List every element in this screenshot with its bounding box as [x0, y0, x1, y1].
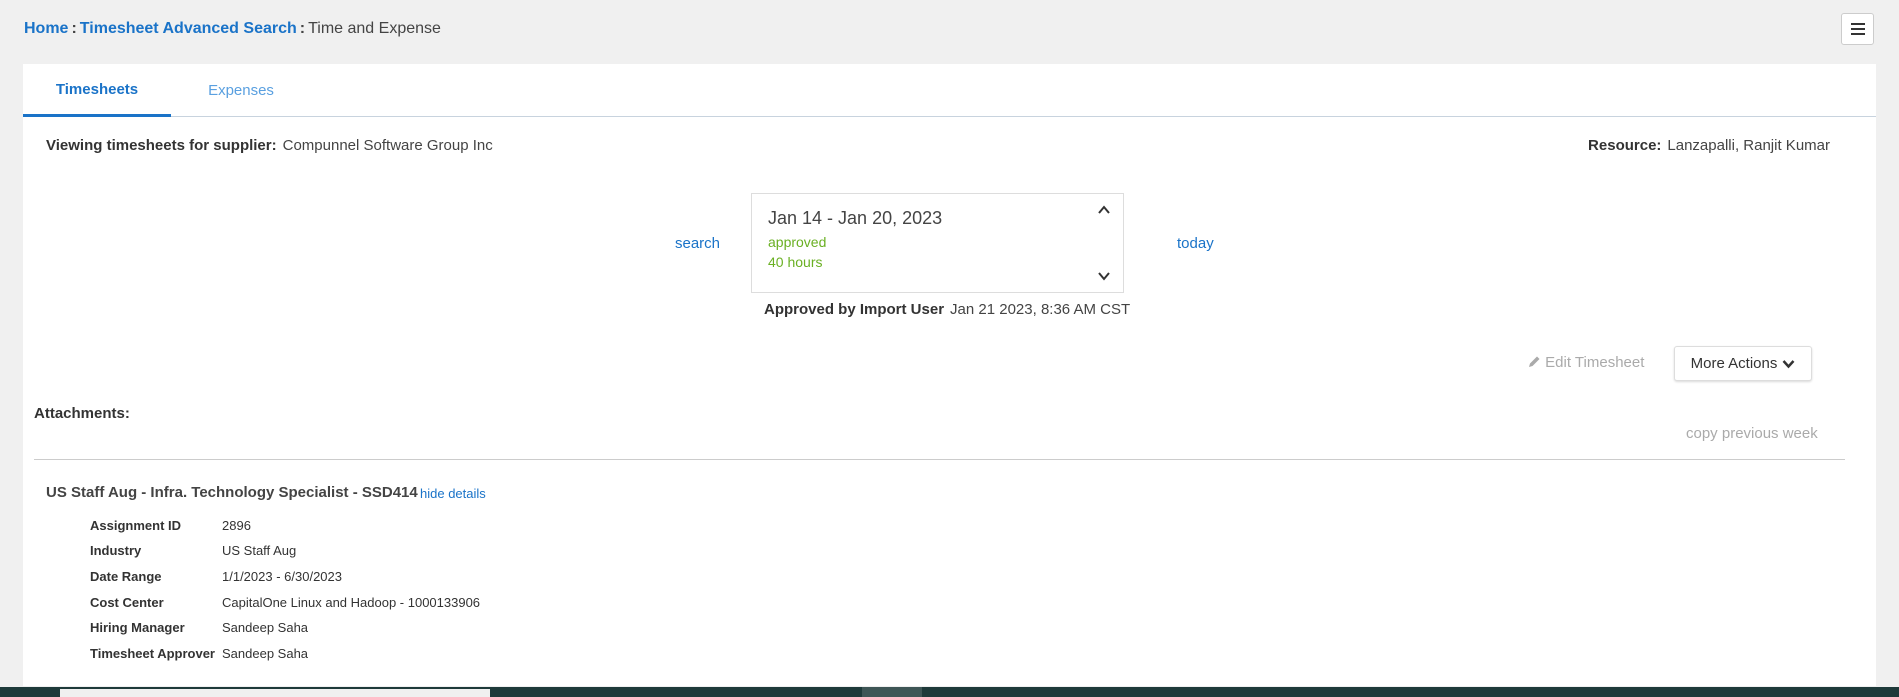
resource-label: Resource: [1588, 137, 1662, 154]
supplier-value: Compunnel Software Group Inc [282, 137, 493, 154]
menu-button[interactable] [1841, 13, 1874, 45]
more-actions-label: More Actions [1690, 355, 1778, 372]
resource-value: Lanzapalli, Ranjit Kumar [1667, 137, 1830, 154]
pencil-icon [1529, 356, 1540, 367]
breadcrumb-separator: : [71, 20, 77, 37]
chevron-up-icon[interactable] [1097, 203, 1111, 217]
detail-value: CapitalOne Linux and Hadoop - 1000133906 [222, 595, 481, 610]
top-bar: Home: Timesheet Advanced Search: Time and … [0, 0, 1899, 62]
breadcrumb: Home: Timesheet Advanced Search: Time and … [24, 20, 441, 38]
main-panel: Timesheets Expenses Viewing timesheets f… [23, 64, 1876, 686]
today-link[interactable]: today [1177, 235, 1214, 252]
edit-timesheet-label: Edit Timesheet [1545, 354, 1645, 371]
approval-label: Approved by Import User [764, 301, 945, 318]
resource-info: Resource: Lanzapalli, Ranjit Kumar [1588, 137, 1830, 154]
edit-timesheet-button[interactable]: Edit Timesheet [1527, 354, 1644, 371]
week-status: approved [768, 234, 827, 250]
assignment-title: US Staff Aug - Infra. Technology Special… [46, 484, 418, 501]
detail-label: Cost Center [90, 595, 164, 610]
search-link[interactable]: search [675, 235, 720, 252]
detail-value: US Staff Aug [222, 543, 297, 558]
breadcrumb-separator: : [299, 20, 306, 37]
breadcrumb-home-link[interactable]: Home [24, 20, 68, 37]
detail-label: Assignment ID [90, 518, 182, 533]
detail-label: Date Range [90, 569, 162, 584]
approval-info: Approved by Import User Jan 21 2023, 8:36… [764, 301, 1130, 318]
copy-previous-week-link[interactable]: copy previous week [1686, 425, 1818, 442]
detail-value: 1/1/2023 - 6/30/2023 [222, 569, 342, 584]
hide-details-link[interactable]: hide details [420, 486, 486, 501]
week-hours: 40 hours [768, 254, 823, 270]
more-actions-button[interactable]: More Actions [1674, 346, 1812, 381]
divider [34, 459, 1845, 460]
detail-label: Hiring Manager [90, 620, 185, 635]
supplier-label: Viewing timesheets for supplier: [46, 137, 277, 154]
tab-expenses[interactable]: Expenses [171, 64, 311, 117]
detail-value: Sandeep Saha [222, 646, 309, 661]
breadcrumb-current: Time and Expense [308, 20, 441, 37]
week-selector: Jan 14 - Jan 20, 2023 approved 40 hours [751, 193, 1124, 293]
taskbar-app[interactable] [862, 687, 922, 697]
detail-label: Timesheet Approver [90, 646, 215, 661]
week-range: Jan 14 - Jan 20, 2023 [768, 208, 943, 228]
attachments-label: Attachments: [34, 405, 130, 422]
tab-timesheets[interactable]: Timesheets [23, 64, 171, 117]
approval-value: Jan 21 2023, 8:36 AM CST [950, 301, 1131, 318]
hamburger-menu-icon [1850, 23, 1865, 35]
detail-value: 2896 [222, 518, 251, 533]
chevron-down-icon[interactable] [1097, 269, 1111, 283]
taskbar-search[interactable] [60, 689, 490, 697]
taskbar [0, 687, 1899, 697]
chevron-down-icon [1782, 359, 1795, 368]
tab-bar: Timesheets Expenses [23, 64, 1876, 117]
detail-label: Industry [90, 543, 142, 558]
supplier-info: Viewing timesheets for supplier: Compunne… [46, 137, 493, 154]
breadcrumb-search-link[interactable]: Timesheet Advanced Search [80, 20, 297, 37]
detail-value: Sandeep Saha [222, 620, 309, 635]
